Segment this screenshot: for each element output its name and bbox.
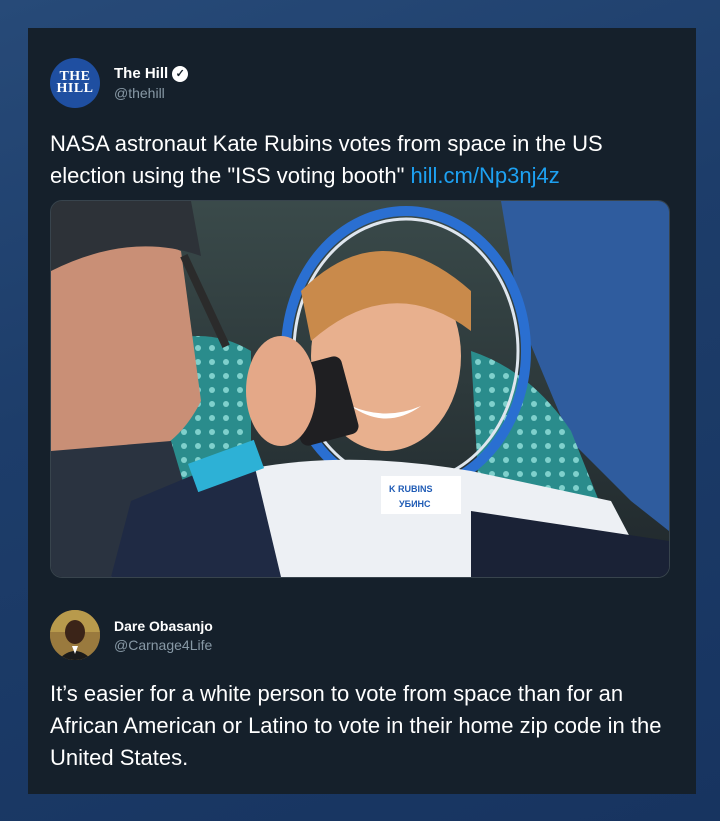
avatar-logo-line2: HILL: [56, 81, 94, 96]
suit-patch-line2: УБИНС: [399, 499, 431, 509]
suit-patch-line1: K RUBINS: [389, 484, 433, 494]
author-display-name[interactable]: The Hill ✓: [114, 65, 189, 82]
author-handle[interactable]: @thehill: [114, 85, 188, 101]
tweet-body: NASA astronaut Kate Rubins votes from sp…: [50, 128, 680, 192]
reply-body: It’s easier for a white person to vote f…: [50, 681, 662, 770]
tweet-author-header: THE HILL The Hill ✓ @thehill: [50, 58, 189, 108]
reply-display-name[interactable]: Dare Obasanjo: [114, 618, 213, 634]
tweet-link[interactable]: hill.cm/Np3nj4z: [411, 163, 560, 188]
tweet-photo[interactable]: K RUBINS УБИНС: [50, 200, 670, 578]
verified-check-icon: ✓: [172, 65, 189, 82]
avatar[interactable]: THE HILL: [50, 58, 100, 108]
reply-author-header: Dare Obasanjo @Carnage4Life: [50, 610, 213, 660]
avatar[interactable]: [50, 610, 100, 660]
reply-avatar-image: [50, 610, 100, 660]
reply-handle[interactable]: @Carnage4Life: [114, 637, 213, 653]
astronaut-photo-illustration: K RUBINS УБИНС: [51, 201, 669, 577]
tweet-card: THE HILL The Hill ✓ @thehill NASA astron…: [28, 28, 696, 794]
author-name-text[interactable]: The Hill: [114, 65, 168, 82]
